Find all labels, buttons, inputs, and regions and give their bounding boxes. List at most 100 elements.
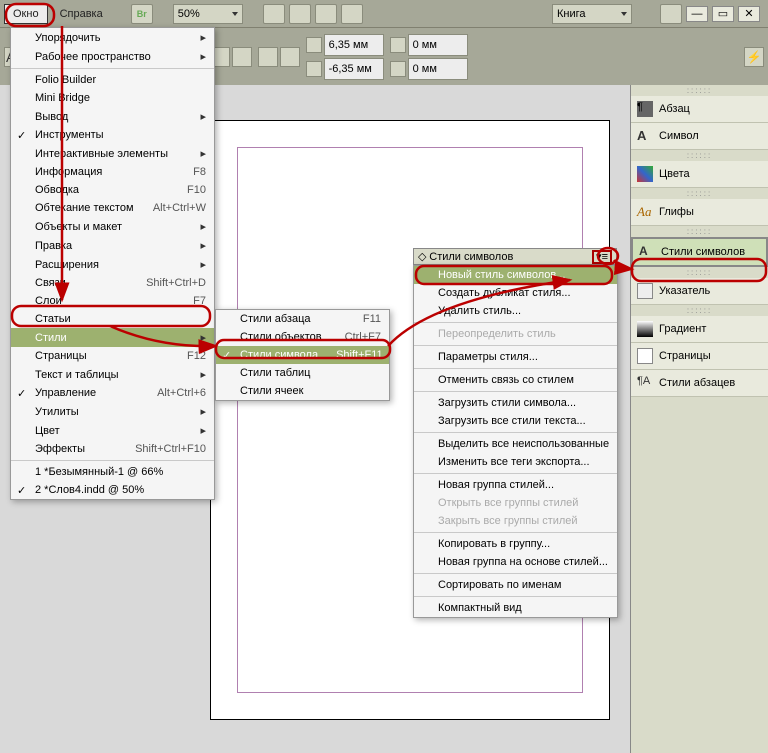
- panel-swatches[interactable]: Цвета: [631, 161, 768, 188]
- char-styles-panel-tab[interactable]: ◇ Стили символов ▾≡: [413, 248, 617, 265]
- flyout-load-all[interactable]: Загрузить все стили текста...: [414, 412, 617, 430]
- panel-handle[interactable]: ::::::: [631, 226, 768, 237]
- panel-paragraph-styles[interactable]: ¶AСтили абзацев: [631, 370, 768, 397]
- para-styles-icon: ¶A: [637, 375, 653, 391]
- chevron-down-icon: [232, 12, 238, 16]
- space-before-field[interactable]: 6,35 мм: [324, 34, 384, 56]
- menu-text-wrap[interactable]: Обтекание текстомAlt+Ctrl+W: [11, 199, 214, 217]
- flyout-new-group-from[interactable]: Новая группа на основе стилей...: [414, 553, 617, 571]
- right-panel-dock: :::::: ¶Абзац AСимвол :::::: Цвета :::::…: [630, 85, 768, 753]
- menu-object-layout[interactable]: Объекты и макет▸: [11, 217, 214, 236]
- menu-info[interactable]: ИнформацияF8: [11, 163, 214, 181]
- menu-text-tables[interactable]: Текст и таблицы▸: [11, 365, 214, 384]
- view-mode-button-2[interactable]: [289, 4, 311, 24]
- char-styles-flyout-menu: Новый стиль символов... Создать дубликат…: [413, 265, 618, 618]
- panel-label: Страницы: [659, 350, 711, 362]
- menu-mini-bridge[interactable]: Mini Bridge: [11, 89, 214, 107]
- panel-glyphs[interactable]: AaГлифы: [631, 199, 768, 226]
- submenu-cell-styles[interactable]: Стили ячеек: [216, 382, 389, 400]
- menu-tools[interactable]: ✓Инструменты: [11, 126, 214, 144]
- char-styles-icon: A: [639, 244, 655, 260]
- flyout-copy-to[interactable]: Копировать в группу...: [414, 535, 617, 553]
- menu-links[interactable]: СвязиShift+Ctrl+D: [11, 274, 214, 292]
- menu-arrange[interactable]: Упорядочить▸: [11, 28, 214, 47]
- panel-menu-icon[interactable]: ▾≡: [592, 250, 612, 264]
- window-minimize-button[interactable]: —: [686, 6, 708, 22]
- panel-paragraph[interactable]: ¶Абзац: [631, 96, 768, 123]
- search-icon[interactable]: [660, 4, 682, 24]
- bridge-icon[interactable]: Br: [131, 4, 153, 24]
- screen-mode-button[interactable]: [315, 4, 337, 24]
- space-before-value: 6,35 мм: [329, 39, 369, 51]
- index-icon: [637, 283, 653, 299]
- indent-right-icon[interactable]: [280, 47, 300, 67]
- align-justify-icon[interactable]: [232, 47, 252, 67]
- menu-styles[interactable]: Стили▸: [11, 328, 214, 347]
- flyout-select-unused[interactable]: Выделить все неиспользованные: [414, 435, 617, 453]
- arrange-docs-button[interactable]: [341, 4, 363, 24]
- left-indent-icon: [390, 37, 406, 53]
- menu-layers[interactable]: СлоиF7: [11, 292, 214, 310]
- menu-interactive[interactable]: Интерактивные элементы▸: [11, 144, 214, 163]
- submenu-paragraph-styles[interactable]: Стили абзацаF11: [216, 310, 389, 328]
- panel-pages[interactable]: Страницы: [631, 343, 768, 370]
- window-close-button[interactable]: ✕: [738, 6, 760, 22]
- glyphs-icon: Aa: [637, 204, 653, 220]
- menu-effects[interactable]: ЭффектыShift+Ctrl+F10: [11, 440, 214, 458]
- right-indent-value: 0 мм: [413, 63, 437, 75]
- submenu-character-styles[interactable]: ✓Стили символаShift+F11: [216, 346, 389, 364]
- menu-manage[interactable]: ✓УправлениеAlt+Ctrl+6: [11, 384, 214, 402]
- view-mode-button-1[interactable]: [263, 4, 285, 24]
- panel-handle[interactable]: ::::::: [631, 85, 768, 96]
- menu-folio[interactable]: Folio Builder: [11, 71, 214, 89]
- panel-character-styles[interactable]: A Стили символов: [631, 237, 768, 267]
- flyout-new-style[interactable]: Новый стиль символов...: [414, 266, 617, 284]
- menu-output[interactable]: Вывод▸: [11, 107, 214, 126]
- left-indent-field[interactable]: 0 мм: [408, 34, 468, 56]
- indent-left-icon[interactable]: [258, 47, 278, 67]
- flyout-params[interactable]: Параметры стиля...: [414, 348, 617, 366]
- menu-workspace[interactable]: Рабочее пространство▸: [11, 47, 214, 66]
- menu-window[interactable]: Окно: [4, 4, 48, 24]
- zoom-dropdown[interactable]: 50%: [173, 4, 243, 24]
- flyout-duplicate[interactable]: Создать дубликат стиля...: [414, 284, 617, 302]
- character-icon: A: [637, 128, 653, 144]
- menu-doc1[interactable]: 1 *Безымянный-1 @ 66%: [11, 463, 214, 481]
- panel-index[interactable]: Указатель: [631, 278, 768, 305]
- flyout-sort[interactable]: Сортировать по именам: [414, 576, 617, 594]
- menu-articles[interactable]: Статьи: [11, 310, 214, 328]
- menu-stroke[interactable]: ОбводкаF10: [11, 181, 214, 199]
- menu-extensions[interactable]: Расширения▸: [11, 255, 214, 274]
- chevron-down-icon: [621, 12, 627, 16]
- menu-color[interactable]: Цвет▸: [11, 421, 214, 440]
- flyout-new-group[interactable]: Новая группа стилей...: [414, 476, 617, 494]
- flyout-override: Переопределить стиль: [414, 325, 617, 343]
- workspace-label: Книга: [557, 8, 586, 20]
- menu-edit[interactable]: Правка▸: [11, 236, 214, 255]
- right-indent-field[interactable]: 0 мм: [408, 58, 468, 80]
- workspace-dropdown[interactable]: Книга: [552, 4, 632, 24]
- panel-handle[interactable]: ::::::: [631, 150, 768, 161]
- menu-help[interactable]: Справка: [52, 5, 111, 23]
- menu-pages[interactable]: СтраницыF12: [11, 347, 214, 365]
- flyout-delete[interactable]: Удалить стиль...: [414, 302, 617, 320]
- space-after-field[interactable]: -6,35 мм: [324, 58, 384, 80]
- flyout-load-char[interactable]: Загрузить стили символа...: [414, 394, 617, 412]
- submenu-table-styles[interactable]: Стили таблиц: [216, 364, 389, 382]
- pages-icon: [637, 348, 653, 364]
- menu-doc2[interactable]: ✓2 *Слов4.indd @ 50%: [11, 481, 214, 499]
- submenu-object-styles[interactable]: Стили объектовCtrl+F7: [216, 328, 389, 346]
- flyout-icon[interactable]: ⚡: [744, 47, 764, 67]
- panel-character[interactable]: AСимвол: [631, 123, 768, 150]
- panel-handle[interactable]: ::::::: [631, 188, 768, 199]
- flyout-compact[interactable]: Компактный вид: [414, 599, 617, 617]
- menu-utilities[interactable]: Утилиты▸: [11, 402, 214, 421]
- panel-handle[interactable]: ::::::: [631, 305, 768, 316]
- flyout-unlink[interactable]: Отменить связь со стилем: [414, 371, 617, 389]
- panel-label: Стили символов: [661, 246, 745, 258]
- panel-handle[interactable]: ::::::: [631, 267, 768, 278]
- flyout-edit-tags[interactable]: Изменить все теги экспорта...: [414, 453, 617, 471]
- panel-label: Абзац: [659, 103, 690, 115]
- panel-gradient[interactable]: Градиент: [631, 316, 768, 343]
- window-maximize-button[interactable]: ▭: [712, 6, 734, 22]
